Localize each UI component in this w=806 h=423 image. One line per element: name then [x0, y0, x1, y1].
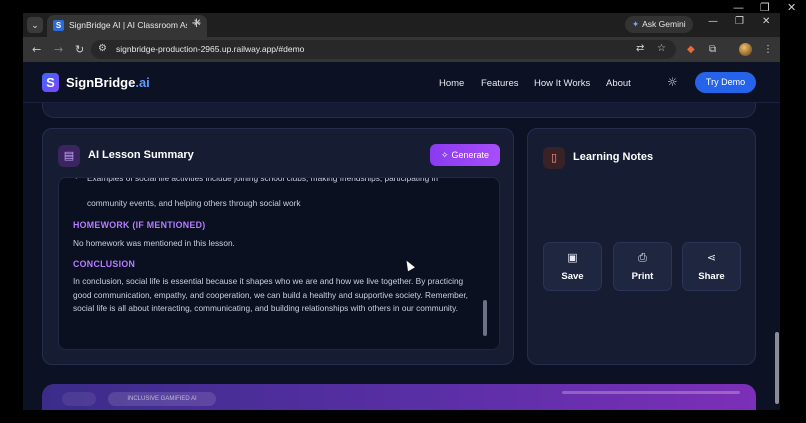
save-button[interactable]: ▣ Save: [543, 242, 602, 291]
conclusion-heading: CONCLUSION: [73, 259, 136, 269]
bullet-icon: •: [75, 177, 78, 182]
more-vert-icon[interactable]: ⋮: [763, 44, 773, 55]
print-icon: ⎙: [638, 251, 647, 264]
star-icon[interactable]: ☆: [657, 43, 666, 54]
puzzle-icon[interactable]: ⧉: [709, 44, 716, 55]
signbridge-logo-icon[interactable]: S: [42, 73, 59, 92]
document-icon: ▤: [58, 145, 80, 167]
logo-suffix: .ai: [135, 75, 150, 90]
notes-title: Learning Notes: [573, 151, 654, 163]
homework-heading: HOMEWORK (IF MENTIONED): [73, 220, 206, 230]
ask-gemini-label: Ask Gemini: [642, 19, 686, 29]
reload-icon[interactable]: ↻: [75, 43, 84, 56]
summary-content[interactable]: • Examples of social life activities inc…: [58, 177, 500, 350]
summary-scrollbar[interactable]: [483, 300, 487, 336]
signbridge-favicon-icon: S: [53, 20, 64, 31]
homework-text: No homework was mentioned in this lesson…: [73, 238, 235, 248]
learning-notes-card: ▯ Learning Notes ▣ Save ⎙ Print ⋖ Share: [527, 128, 756, 365]
screen: — ❐ ✕ ⌄ S SignBridge AI | AI Classroom A…: [0, 0, 806, 423]
generate-label: Generate: [451, 150, 490, 160]
address-bar[interactable]: ⚙ signbridge-production-2965.up.railway.…: [91, 40, 676, 59]
save-label: Save: [561, 271, 584, 282]
close-icon[interactable]: ✕: [762, 16, 770, 27]
site-header: S SignBridge.ai Home Features How It Wor…: [23, 62, 780, 103]
gamified-section: INCLUSIVE GAMIFIED AI: [42, 384, 756, 410]
nav-how-it-works[interactable]: How It Works: [534, 78, 590, 89]
url-text[interactable]: signbridge-production-2965.up.railway.ap…: [116, 44, 304, 54]
bookmark-icon: ▯: [543, 147, 565, 169]
back-arrow-icon[interactable]: ←: [32, 43, 41, 56]
sparkle-icon: ✧: [440, 151, 449, 161]
section-decoration: [562, 391, 740, 394]
share-label: Share: [698, 271, 725, 282]
generate-button[interactable]: ✧ Generate: [430, 144, 500, 166]
restore-icon[interactable]: ❐: [735, 16, 744, 27]
gemini-spark-icon: ✦: [632, 19, 640, 29]
section-chip: [62, 392, 96, 406]
tab-strip: ⌄ S SignBridge AI | AI Classroom As ✕ + …: [23, 13, 780, 37]
previous-section-edge: [42, 103, 756, 118]
section-badge: INCLUSIVE GAMIFIED AI: [108, 392, 216, 406]
logo[interactable]: SignBridge.ai: [66, 75, 150, 90]
forward-arrow-icon[interactable]: →: [54, 43, 63, 56]
print-button[interactable]: ⎙ Print: [613, 242, 672, 291]
summary-title: AI Lesson Summary: [88, 149, 194, 161]
tune-icon[interactable]: ⚙: [98, 43, 107, 54]
page-scrollbar[interactable]: [775, 332, 779, 404]
share-icon: ⋖: [706, 251, 717, 264]
tab-title: SignBridge AI | AI Classroom As: [69, 20, 187, 30]
try-demo-button[interactable]: Try Demo: [695, 72, 756, 93]
chevron-down-icon: ⌄: [31, 20, 39, 30]
bullet-text-top: Examples of social life activities inclu…: [87, 177, 438, 183]
translate-icon[interactable]: ⇄: [636, 43, 644, 54]
save-icon: ▣: [567, 251, 578, 264]
conclusion-text: In conclusion, social life is essential …: [73, 276, 468, 313]
section-badge-label: INCLUSIVE GAMIFIED AI: [127, 396, 197, 402]
ask-gemini-button[interactable]: ✦ Ask Gemini: [625, 16, 693, 33]
page-viewport: S SignBridge.ai Home Features How It Wor…: [23, 62, 780, 410]
plus-icon[interactable]: +: [191, 16, 202, 31]
extension-fox-icon[interactable]: ◆: [687, 44, 695, 55]
nav-features[interactable]: Features: [481, 78, 519, 89]
tab-search-button[interactable]: ⌄: [27, 17, 43, 33]
share-button[interactable]: ⋖ Share: [682, 242, 741, 291]
sun-icon[interactable]: ☼: [667, 75, 678, 89]
print-label: Print: [631, 271, 654, 282]
browser-tab[interactable]: S SignBridge AI | AI Classroom As ✕: [47, 15, 207, 37]
nav-about[interactable]: About: [606, 78, 631, 89]
browser-window: ⌄ S SignBridge AI | AI Classroom As ✕ + …: [23, 13, 780, 410]
logo-text: SignBridge: [66, 75, 136, 90]
avatar[interactable]: [739, 43, 752, 56]
close-window-icon[interactable]: ✕: [787, 1, 796, 14]
lesson-summary-card: ▤ AI Lesson Summary ✧ Generate • Examples…: [42, 128, 514, 365]
nav-home[interactable]: Home: [439, 78, 464, 89]
bullet-text: community events, and helping others thr…: [87, 198, 301, 208]
minimize-icon[interactable]: —: [708, 16, 718, 27]
browser-toolbar: ← → ↻ ⚙ signbridge-production-2965.up.ra…: [23, 37, 780, 62]
